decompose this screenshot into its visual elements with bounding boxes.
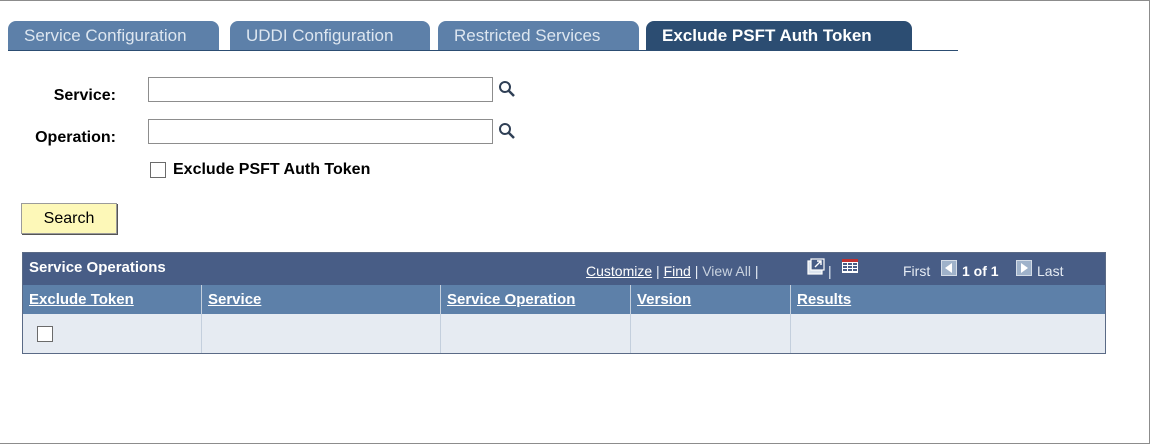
search-button[interactable]: Search — [21, 203, 117, 234]
column-header-version[interactable]: Version — [631, 285, 791, 314]
download-spreadsheet-icon[interactable] — [841, 256, 859, 274]
exclude-token-checkbox[interactable] — [150, 162, 166, 178]
service-operations-grid: Service Operations Customize | Find | Vi… — [22, 252, 1106, 354]
nav-separator: | — [828, 263, 832, 279]
grid-title: Service Operations — [29, 259, 166, 276]
customize-link[interactable]: Customize — [586, 263, 652, 279]
tab-uddi-configuration[interactable]: UDDI Configuration — [230, 21, 430, 51]
row-range: 1 of 1 — [962, 263, 999, 279]
table-cell-service-operation — [441, 314, 631, 353]
view-all-link[interactable]: View All — [702, 263, 751, 279]
operation-label: Operation: — [35, 129, 116, 146]
service-input[interactable] — [148, 77, 493, 102]
column-header-service-operation[interactable]: Service Operation — [441, 285, 631, 314]
row-exclude-token-checkbox[interactable] — [37, 326, 53, 342]
operation-lookup-icon[interactable] — [498, 122, 516, 140]
table-cell-results — [791, 314, 1105, 353]
operation-input[interactable] — [148, 119, 493, 144]
nav-separator: | — [694, 263, 699, 279]
nav-separator: | — [754, 263, 759, 279]
column-header-exclude-token[interactable]: Exclude Token — [23, 285, 202, 314]
page-frame — [0, 0, 1150, 444]
last-label: Last — [1037, 263, 1064, 279]
table-cell-service — [202, 314, 441, 353]
next-arrow-icon[interactable] — [1016, 260, 1032, 276]
service-lookup-icon[interactable] — [498, 80, 516, 98]
table-cell-exclude-token — [23, 314, 202, 353]
service-label: Service: — [53, 87, 116, 104]
tab-restricted-services[interactable]: Restricted Services — [438, 21, 639, 51]
nav-separator: | — [656, 263, 660, 279]
table-cell-version — [631, 314, 791, 353]
tab-underline — [8, 50, 958, 51]
column-header-results[interactable]: Results — [791, 285, 1105, 314]
grid-nav-links: Customize | Find | View All | — [586, 263, 759, 279]
find-link[interactable]: Find — [664, 263, 691, 279]
tab-exclude-psft-auth-token[interactable]: Exclude PSFT Auth Token — [646, 21, 912, 51]
column-header-service[interactable]: Service — [202, 285, 441, 314]
grid-header-bar: Service Operations Customize | Find | Vi… — [23, 253, 1105, 285]
tab-service-configuration[interactable]: Service Configuration — [8, 21, 219, 51]
previous-arrow-icon[interactable] — [941, 260, 957, 276]
exclude-token-checkbox-label: Exclude PSFT Auth Token — [173, 161, 371, 178]
first-label: First — [903, 263, 931, 279]
new-window-icon[interactable] — [807, 258, 825, 276]
